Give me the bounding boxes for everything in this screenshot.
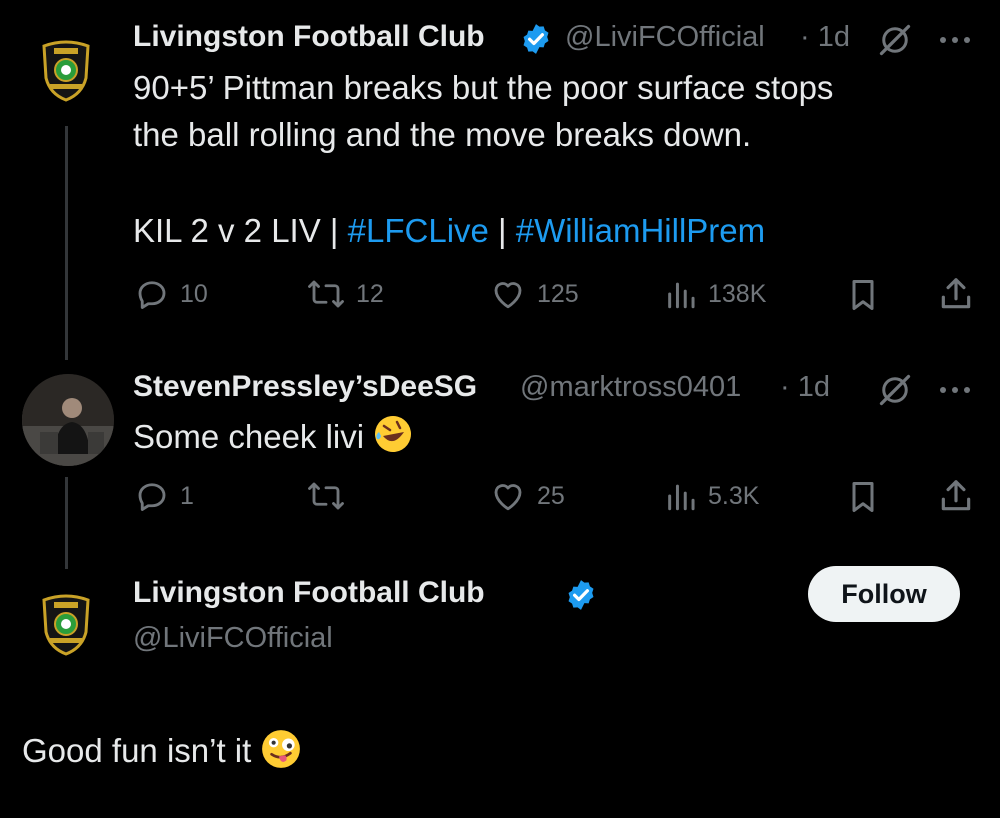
like-icon [494, 484, 522, 511]
like-count: 25 [537, 481, 565, 510]
retweet-icon [308, 280, 344, 308]
retweet-button[interactable]: 12 [306, 276, 384, 312]
tweet-1[interactable]: Livingston Football Club @LiviFCOfficial… [0, 0, 1000, 340]
retweet-button[interactable] [306, 478, 356, 514]
author-handle[interactable]: @LiviFCOfficial [565, 21, 765, 54]
views-icon [668, 282, 695, 309]
profile-photo-icon [22, 374, 114, 466]
more-icon[interactable] [935, 30, 975, 50]
author-handle[interactable]: @LiviFCOfficial [133, 622, 333, 655]
avatar[interactable] [38, 592, 94, 661]
more-icon[interactable] [935, 380, 975, 400]
avatar[interactable] [22, 374, 114, 466]
tweet-2[interactable]: StevenPressley’sDeeSG @marktross0401 · 1… [0, 350, 1000, 530]
club-crest-icon [42, 40, 90, 102]
reply-button[interactable]: 10 [134, 276, 208, 312]
retweet-count: 12 [356, 279, 384, 308]
views-button[interactable]: 138K [664, 276, 766, 312]
tweet-text-content: Some cheek livi [133, 418, 365, 455]
verified-badge-icon [523, 24, 549, 54]
like-count: 125 [537, 279, 579, 308]
bookmark-icon[interactable] [845, 276, 881, 314]
like-button[interactable]: 25 [489, 478, 565, 514]
hashtag-lfclive[interactable]: #LFCLive [348, 212, 489, 249]
score-text: KIL 2 v 2 LIV | [133, 212, 348, 249]
grok-icon[interactable] [877, 372, 913, 408]
club-crest-icon [42, 594, 90, 656]
grok-icon[interactable] [877, 22, 913, 58]
views-count: 138K [708, 279, 767, 308]
reply-icon [138, 281, 166, 309]
timestamp[interactable]: · 1d [780, 371, 830, 404]
hashtag-williamhillprem[interactable]: #WilliamHillPrem [516, 212, 765, 249]
views-button[interactable]: 5.3K [664, 478, 759, 514]
share-icon[interactable] [937, 274, 975, 314]
author-name[interactable]: Livingston Football Club [133, 576, 485, 610]
tweet-text-content: Good fun isn’t it [22, 732, 252, 769]
zany-face-icon [262, 730, 301, 768]
views-icon [668, 484, 695, 511]
reply-button[interactable]: 1 [134, 478, 194, 514]
tweet-text-line-1: 90+5’ Pittman breaks but the poor surfac… [133, 69, 834, 106]
views-count: 5.3K [708, 481, 760, 510]
rolling-on-floor-laughing-icon [375, 416, 412, 452]
reply-icon [138, 483, 166, 511]
verified-badge-icon [568, 580, 594, 610]
like-button[interactable]: 125 [489, 276, 579, 312]
hashtag-separator: | [488, 212, 516, 249]
avatar[interactable] [38, 38, 94, 107]
tweet-text-score-line: KIL 2 v 2 LIV | #LFCLive | #WilliamHillP… [133, 208, 765, 254]
like-icon [494, 282, 522, 309]
tweet-text-line-2: the ball rolling and the move breaks dow… [133, 116, 752, 153]
timestamp[interactable]: · 1d [800, 21, 850, 54]
reply-count: 10 [180, 279, 208, 308]
retweet-icon [308, 482, 344, 510]
tweet-text: Good fun isn’t it [22, 728, 302, 774]
follow-button[interactable]: Follow [808, 566, 960, 622]
tweet-text: Some cheek livi [133, 414, 413, 460]
author-name[interactable]: StevenPressley’sDeeSG [133, 370, 477, 404]
bookmark-icon[interactable] [845, 478, 881, 516]
author-handle[interactable]: @marktross0401 [520, 371, 741, 404]
reply-count: 1 [180, 481, 194, 510]
author-name[interactable]: Livingston Football Club [133, 20, 485, 54]
share-icon[interactable] [937, 476, 975, 516]
